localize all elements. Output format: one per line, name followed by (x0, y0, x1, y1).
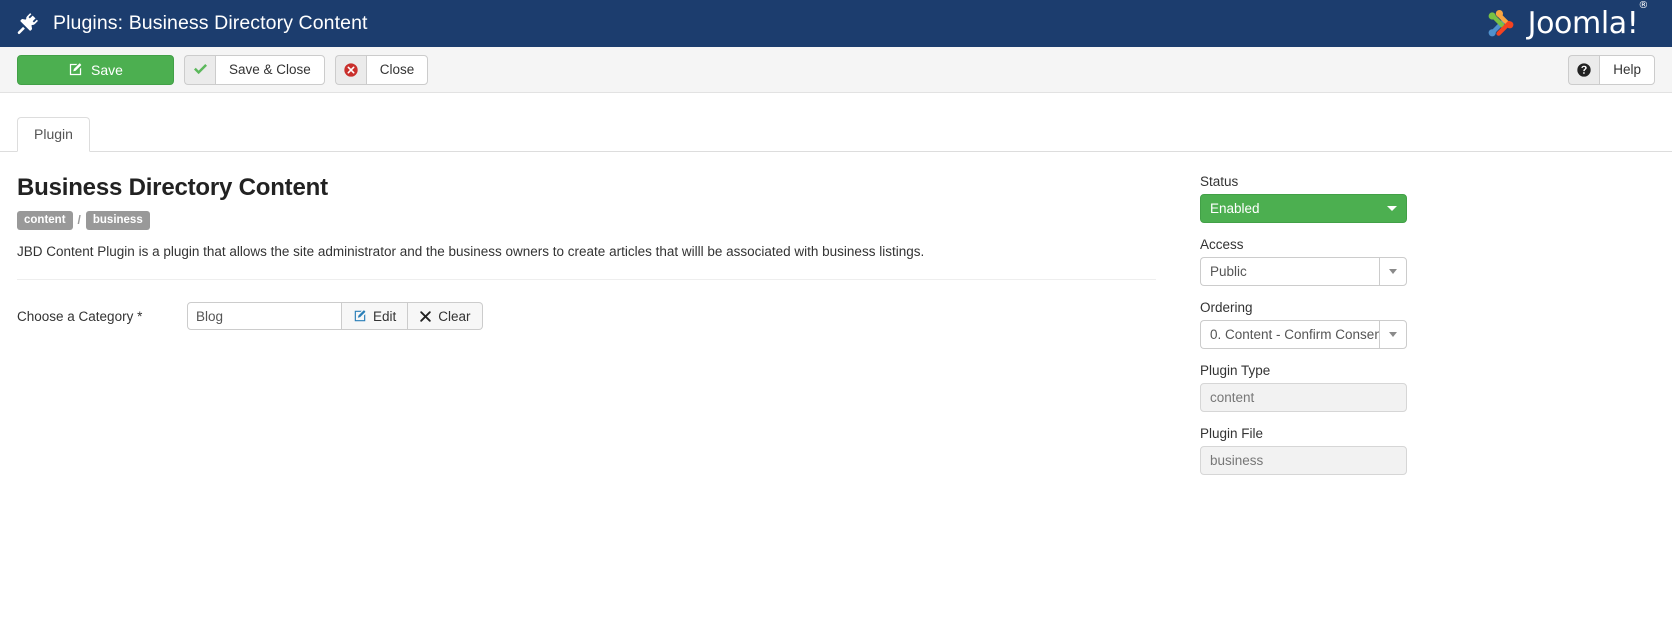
plugin-file-label: Plugin File (1200, 426, 1620, 441)
ordering-value: 0. Content - Confirm Consent (1200, 320, 1379, 349)
close-button-label: Close (380, 62, 415, 77)
chevron-down-icon (1389, 332, 1397, 337)
pencil-square-icon (68, 62, 83, 77)
joomla-wordmark: Joomla!® (1528, 9, 1648, 39)
access-select[interactable]: Public (1200, 257, 1407, 286)
page-heading: Plugins: Business Directory Content (53, 12, 368, 35)
category-clear-label: Clear (438, 309, 470, 324)
category-label: Choose a Category * (17, 309, 187, 324)
chevron-down-icon (1389, 269, 1397, 274)
status-select[interactable]: Enabled (1200, 194, 1407, 223)
main-column: Business Directory Content content / bus… (0, 152, 1190, 489)
section-divider (17, 279, 1156, 280)
plugin-type-field: Plugin Type (1200, 363, 1620, 412)
status-value: Enabled (1210, 201, 1260, 216)
category-form-row: Choose a Category * Edit (17, 302, 1173, 330)
save-button-label: Save (91, 62, 123, 78)
app-header: Plugins: Business Directory Content Joom… (0, 0, 1672, 47)
save-button-group: Save (17, 55, 174, 85)
access-label: Access (1200, 237, 1620, 252)
save-button[interactable]: Save (17, 55, 174, 85)
badge-separator: / (78, 213, 81, 227)
question-circle-icon (1568, 55, 1599, 85)
tab-bar: Plugin (0, 115, 1672, 152)
joomla-logo-icon (1481, 4, 1528, 44)
plugin-type-label: Plugin Type (1200, 363, 1620, 378)
plugin-description: JBD Content Plugin is a plugin that allo… (17, 242, 1173, 262)
close-circle-icon (335, 55, 366, 85)
ordering-label: Ordering (1200, 300, 1620, 315)
badge-plugin-file: business (86, 211, 150, 230)
help-button[interactable]: Help (1599, 55, 1655, 85)
chevron-down-icon (1387, 206, 1397, 211)
plugin-type-input (1200, 383, 1407, 412)
plug-icon (17, 13, 53, 35)
status-field: Status Enabled (1200, 174, 1620, 223)
badge-plugin-type: content (17, 211, 73, 230)
status-label: Status (1200, 174, 1620, 189)
close-button[interactable]: Close (366, 55, 429, 85)
access-dropdown-toggle[interactable] (1379, 257, 1407, 286)
sidebar: Status Enabled Access Public Ordering 0.… (1190, 152, 1620, 489)
page-content: Business Directory Content content / bus… (0, 152, 1672, 489)
plugin-file-input (1200, 446, 1407, 475)
ordering-dropdown-toggle[interactable] (1379, 320, 1407, 349)
joomla-wordmark-text: Joomla! (1528, 6, 1639, 41)
access-value: Public (1200, 257, 1379, 286)
save-close-button-group[interactable]: Save & Close (184, 55, 325, 85)
toolbar: Save Save & Close Close (0, 47, 1672, 93)
category-clear-button[interactable]: Clear (408, 302, 482, 330)
joomla-brand: Joomla!® (1481, 4, 1648, 44)
ordering-select[interactable]: 0. Content - Confirm Consent (1200, 320, 1407, 349)
close-button-group[interactable]: Close (335, 55, 429, 85)
x-icon (419, 310, 432, 323)
registered-mark: ® (1638, 0, 1648, 11)
tab-plugin[interactable]: Plugin (17, 117, 90, 153)
check-icon (184, 55, 215, 85)
pencil-square-icon (353, 309, 367, 323)
header-left-group: Plugins: Business Directory Content (0, 12, 368, 35)
save-close-button-label: Save & Close (229, 62, 311, 77)
category-input-group: Edit Clear (187, 302, 483, 330)
page-title: Business Directory Content (17, 174, 1173, 202)
category-edit-button[interactable]: Edit (342, 302, 408, 330)
ordering-field: Ordering 0. Content - Confirm Consent (1200, 300, 1620, 349)
save-close-button[interactable]: Save & Close (215, 55, 325, 85)
plugin-file-field: Plugin File (1200, 426, 1620, 475)
tab-plugin-label: Plugin (34, 126, 73, 142)
category-input[interactable] (187, 302, 342, 330)
help-button-group[interactable]: Help (1568, 55, 1655, 85)
help-button-label: Help (1613, 62, 1641, 77)
access-field: Access Public (1200, 237, 1620, 286)
plugin-badges: content / business (17, 211, 1173, 230)
category-edit-label: Edit (373, 309, 396, 324)
